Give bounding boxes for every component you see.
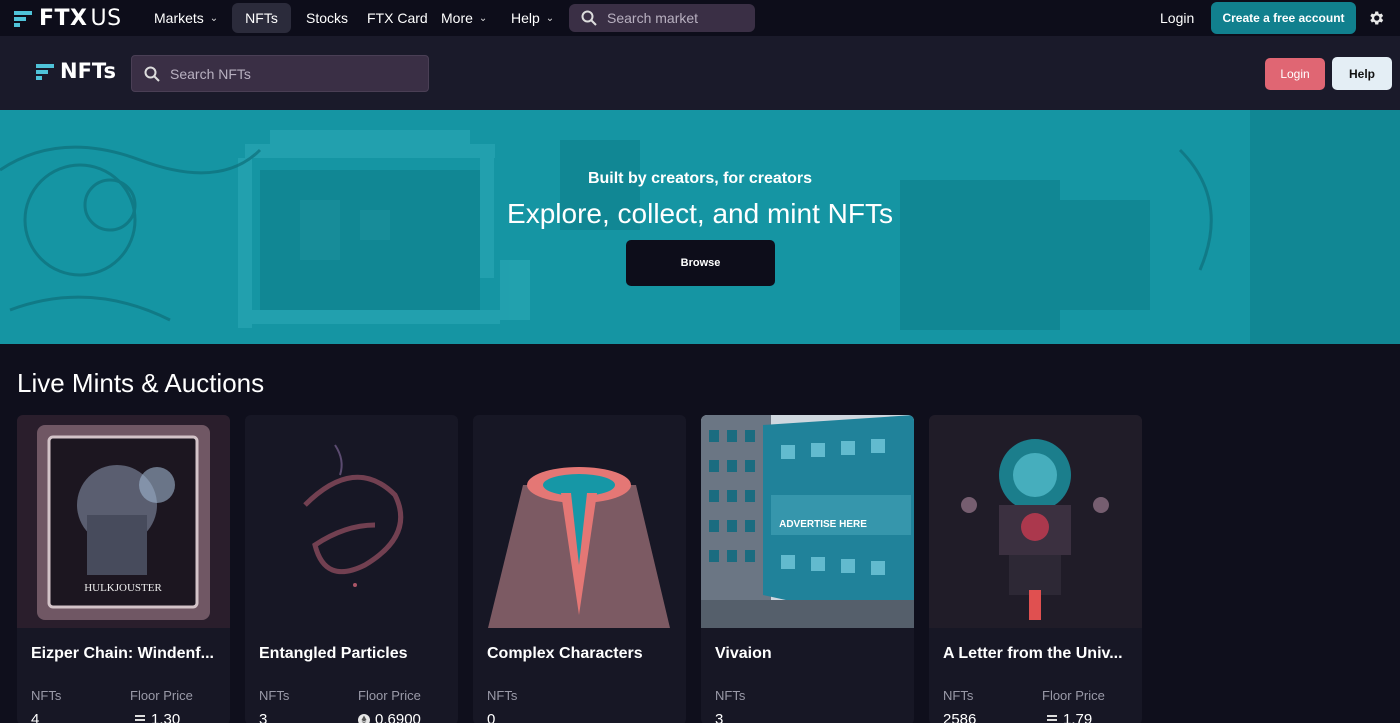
nft-logo-text: NFTs — [60, 59, 116, 83]
svg-text:HULKJOUSTER: HULKJOUSTER — [84, 582, 162, 594]
floor-price-label: Floor Price — [358, 688, 421, 703]
ftx-logo[interactable]: FTX US — [14, 5, 122, 31]
nav-nfts[interactable]: NFTs — [232, 3, 291, 33]
chevron-down-icon: ⌄ — [478, 12, 488, 24]
collection-name: Complex Characters — [487, 645, 643, 662]
sol-coin-icon — [135, 714, 145, 723]
collection-thumbnail: ADVERTISE HERE — [701, 415, 914, 628]
eth-coin-icon — [358, 713, 370, 723]
nfts-count: 4 — [31, 711, 40, 723]
nfts-label: NFTs — [31, 688, 62, 703]
top-navbar: FTX US Markets ⌄ NFTs Stocks FTX Card Mor… — [0, 0, 1400, 36]
collection-card[interactable]: ADVERTISE HERE Vivaion NFTs 3 — [701, 415, 914, 723]
collection-card[interactable]: Complex Characters NFTs 0 — [473, 415, 686, 723]
collection-card[interactable]: Entangled Particles NFTs Floor Price 3 0… — [245, 415, 458, 723]
browse-label: Browse — [680, 257, 721, 269]
hero-subtitle: Built by creators, for creators — [587, 170, 813, 187]
chevron-down-icon: ⌄ — [209, 12, 219, 24]
search-icon — [144, 66, 160, 82]
search-nfts-box[interactable] — [131, 55, 429, 92]
collection-thumbnail — [929, 415, 1142, 628]
search-nfts-input[interactable] — [170, 65, 428, 82]
nft-help-label: Help — [1348, 66, 1375, 81]
top-login-link[interactable]: Login — [1160, 0, 1194, 36]
nft-help-button[interactable]: Help — [1332, 57, 1392, 90]
collection-thumbnail — [245, 415, 458, 628]
collection-thumbnail: HULKJOUSTER — [17, 415, 230, 628]
collection-name: Vivaion — [715, 645, 772, 662]
nft-logo-mark-icon — [36, 62, 58, 80]
collection-name: A Letter from the Univ... — [943, 645, 1123, 662]
logo-text: FTX US — [39, 5, 122, 31]
nfts-count: 3 — [259, 711, 268, 723]
floor-price-value: 1.79 — [1046, 711, 1092, 723]
nav-stocks-label: Stocks — [306, 10, 349, 26]
chevron-down-icon: ⌄ — [545, 12, 555, 24]
nfts-label: NFTs — [943, 688, 974, 703]
nav-nfts-label: NFTs — [245, 10, 278, 26]
floor-price-text: 1.30 — [151, 711, 181, 723]
gear-icon[interactable] — [1367, 9, 1385, 27]
nft-logo[interactable]: NFTs — [36, 59, 116, 83]
nav-ftx-card-label: FTX Card — [367, 10, 428, 26]
floor-price-label: Floor Price — [130, 688, 193, 703]
floor-price-label: Floor Price — [1042, 688, 1105, 703]
svg-text:ADVERTISE HERE: ADVERTISE HERE — [779, 519, 867, 530]
nfts-count: 3 — [715, 711, 724, 723]
nav-help[interactable]: Help ⌄ — [511, 0, 554, 36]
nfts-label: NFTs — [487, 688, 518, 703]
search-market-input[interactable] — [607, 10, 755, 26]
floor-price-value: 0.6900 — [358, 711, 421, 723]
nft-login-label: Login — [1280, 67, 1310, 81]
collection-name: Eizper Chain: Windenf... — [31, 645, 214, 662]
nfts-label: NFTs — [715, 688, 746, 703]
create-account-button[interactable]: Create a free account — [1211, 2, 1356, 34]
floor-price-value: 1.30 — [134, 711, 180, 723]
search-icon — [581, 10, 597, 26]
nft-login-button[interactable]: Login — [1265, 58, 1325, 90]
collection-thumbnail — [473, 415, 686, 628]
collection-card[interactable]: HULKJOUSTER Eizper Chain: Windenf... NFT… — [17, 415, 230, 723]
top-login-label: Login — [1160, 10, 1195, 26]
floor-price-text: 0.6900 — [375, 711, 421, 723]
collection-name: Entangled Particles — [259, 645, 408, 662]
ftx-logo-mark-icon — [14, 9, 36, 27]
section-title: Live Mints & Auctions — [17, 368, 265, 398]
create-account-label: Create a free account — [1222, 11, 1345, 25]
nav-more[interactable]: More ⌄ — [441, 0, 487, 36]
nav-ftx-card[interactable]: FTX Card — [367, 0, 428, 36]
nfts-count: 2586 — [943, 711, 977, 723]
hero-title: Explore, collect, and mint NFTs — [507, 198, 893, 229]
nav-stocks[interactable]: Stocks — [306, 0, 348, 36]
nav-more-label: More — [441, 10, 473, 26]
browse-button[interactable]: Browse — [626, 240, 775, 286]
nav-markets[interactable]: Markets ⌄ — [154, 0, 218, 36]
nav-markets-label: Markets — [154, 10, 204, 26]
collection-card[interactable]: A Letter from the Univ... NFTs Floor Pri… — [929, 415, 1142, 723]
nfts-count: 0 — [487, 711, 496, 723]
sol-coin-icon — [1047, 714, 1057, 723]
search-market-box[interactable] — [569, 4, 755, 32]
nfts-label: NFTs — [259, 688, 290, 703]
floor-price-text: 1.79 — [1063, 711, 1093, 723]
nav-help-label: Help — [511, 10, 540, 26]
